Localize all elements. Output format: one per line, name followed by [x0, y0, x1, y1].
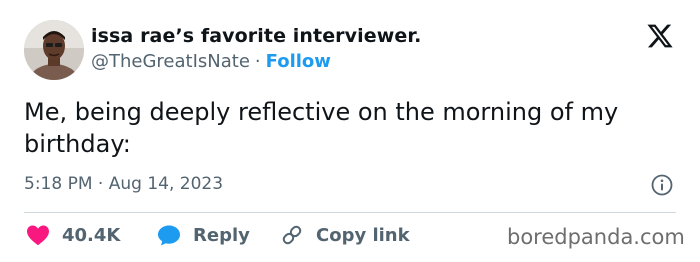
tweet-card: issa rae’s favorite interviewer. @TheGre… [0, 0, 700, 262]
avatar-image [24, 20, 84, 80]
reply-button[interactable]: Reply [157, 223, 250, 247]
speech-bubble-icon [158, 225, 180, 246]
heart-icon [27, 225, 49, 246]
watermark: boredpanda.com [507, 225, 685, 249]
display-name[interactable]: issa rae’s favorite interviewer. [91, 25, 421, 47]
copy-link-button[interactable]: Copy link [280, 223, 410, 247]
user-handle[interactable]: @TheGreatIsNate [91, 51, 250, 72]
timestamp[interactable]: 5:18 PM · Aug 14, 2023 [24, 174, 223, 194]
like-button[interactable]: 40.4K [26, 223, 120, 247]
separator-dot: · [254, 51, 261, 72]
like-count: 40.4K [62, 224, 121, 246]
copy-link-label: Copy link [316, 224, 410, 246]
tweet-text: Me, being deeply reflective on the morni… [24, 98, 619, 158]
info-icon[interactable] [651, 174, 673, 196]
x-logo-icon[interactable] [646, 22, 674, 50]
link-icon [282, 225, 302, 245]
handle-row: @TheGreatIsNate · Follow [91, 51, 331, 72]
divider [24, 212, 676, 213]
follow-button[interactable]: Follow [266, 51, 331, 72]
tweet-date: Aug 14, 2023 [108, 174, 224, 194]
tweet-time: 5:18 PM [24, 174, 93, 194]
reply-label: Reply [193, 224, 250, 246]
avatar[interactable] [24, 20, 84, 80]
timestamp-separator: · [97, 174, 104, 194]
